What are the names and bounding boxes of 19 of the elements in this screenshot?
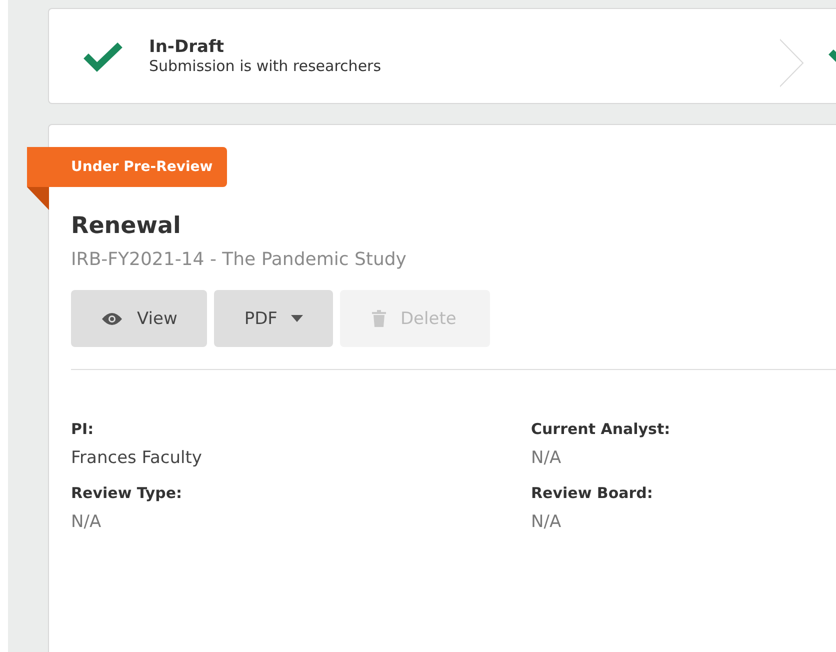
submission-type: Renewal [71,213,182,239]
caret-icon [291,315,304,322]
field-value: N/A [71,512,102,532]
field-label: Current Analyst: [531,420,672,438]
field-label: PI: [71,420,95,438]
field-value: Frances Faculty [71,448,203,468]
field-label: Review Type: [71,484,184,502]
step-title: In-Draft [149,37,225,57]
study-title: IRB-FY2021-14 - The Pandemic Study [71,249,408,270]
ribbon-fold [27,187,49,210]
field-value: N/A [531,512,562,532]
trash-icon [372,310,386,327]
eye-icon [101,312,123,326]
field-label: Review Board: [531,484,654,502]
status-ribbon: Under Pre-Review [27,147,227,187]
pdf-dropdown[interactable]: PDF [214,290,334,347]
step-description: Submission is with researchers [149,57,382,75]
field-value: N/A [531,448,562,468]
view-button[interactable]: View [71,290,208,347]
